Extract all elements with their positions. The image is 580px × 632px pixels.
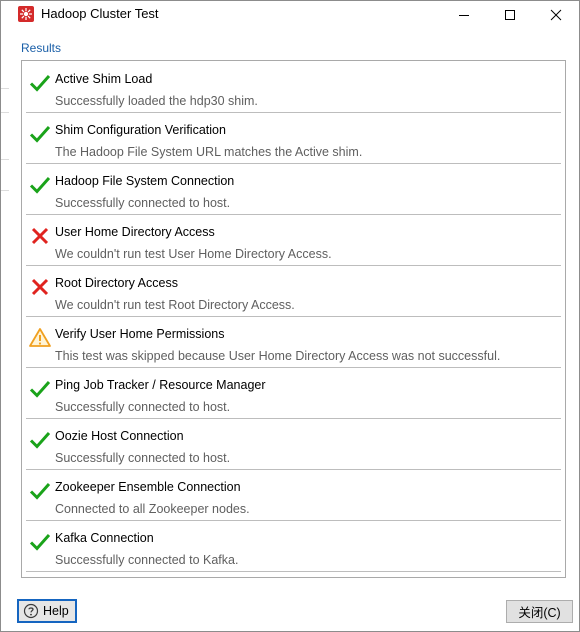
error-x-icon xyxy=(28,275,52,299)
result-description: Successfully connected to host. xyxy=(55,400,231,414)
minimize-button[interactable] xyxy=(441,1,487,29)
result-title: Hadoop File System Connection xyxy=(55,174,235,188)
checkmark-icon xyxy=(28,377,52,401)
result-title: Ping Job Tracker / Resource Manager xyxy=(55,378,266,392)
result-title: Shim Configuration Verification xyxy=(55,123,226,137)
result-description: We couldn't run test User Home Directory… xyxy=(55,247,332,261)
result-title: Kafka Connection xyxy=(55,531,154,545)
result-description: This test was skipped because User Home … xyxy=(55,349,501,363)
result-description: The Hadoop File System URL matches the A… xyxy=(55,145,363,159)
help-button[interactable]: Help xyxy=(17,599,77,623)
result-item-zookeeper-ensemble-connection: Zookeeper Ensemble Connection Connected … xyxy=(26,471,561,521)
maximize-button[interactable] xyxy=(487,1,533,29)
close-icon xyxy=(550,9,562,21)
result-item-shim-configuration-verification: Shim Configuration Verification The Hado… xyxy=(26,114,561,164)
window-close-button[interactable] xyxy=(533,1,579,29)
result-description: Successfully connected to host. xyxy=(55,196,231,210)
background-window-edge xyxy=(1,158,9,160)
minimize-icon xyxy=(459,15,469,16)
result-item-hadoop-file-system-connection: Hadoop File System Connection Successful… xyxy=(26,165,561,215)
result-item-ping-job-tracker: Ping Job Tracker / Resource Manager Succ… xyxy=(26,369,561,419)
result-item-root-directory-access: Root Directory Access We couldn't run te… xyxy=(26,267,561,317)
background-window-edge xyxy=(1,111,9,113)
title-bar[interactable]: Hadoop Cluster Test xyxy=(1,1,579,29)
checkmark-icon xyxy=(28,530,52,554)
pentaho-icon xyxy=(18,6,34,22)
result-description: Successfully connected to Kafka. xyxy=(55,553,239,567)
result-title: Verify User Home Permissions xyxy=(55,327,225,341)
result-title: Active Shim Load xyxy=(55,72,153,86)
result-item-active-shim-load: Active Shim Load Successfully loaded the… xyxy=(26,63,561,113)
results-list[interactable]: Active Shim Load Successfully loaded the… xyxy=(21,60,566,578)
result-title: Zookeeper Ensemble Connection xyxy=(55,480,241,494)
result-title: Oozie Host Connection xyxy=(55,429,184,443)
help-icon xyxy=(23,603,39,619)
result-item-user-home-directory-access: User Home Directory Access We couldn't r… xyxy=(26,216,561,266)
checkmark-icon xyxy=(28,122,52,146)
error-x-icon xyxy=(28,224,52,248)
window-title: Hadoop Cluster Test xyxy=(41,6,159,21)
help-label: Help xyxy=(43,604,69,618)
checkmark-icon xyxy=(28,428,52,452)
result-title: User Home Directory Access xyxy=(55,225,215,239)
result-description: Connected to all Zookeeper nodes. xyxy=(55,502,250,516)
result-description: We couldn't run test Root Directory Acce… xyxy=(55,298,295,312)
result-item-kafka-connection: Kafka Connection Successfully connected … xyxy=(26,522,561,572)
result-description: Successfully connected to host. xyxy=(55,451,231,465)
result-item-oozie-host-connection: Oozie Host Connection Successfully conne… xyxy=(26,420,561,470)
checkmark-icon xyxy=(28,479,52,503)
checkmark-icon xyxy=(28,173,52,197)
background-window-edge xyxy=(1,87,9,89)
background-window-edge xyxy=(1,189,9,191)
result-title: Root Directory Access xyxy=(55,276,178,290)
results-label: Results xyxy=(21,41,62,55)
result-item-verify-user-home-permissions: Verify User Home Permissions This test w… xyxy=(26,318,561,368)
checkmark-icon xyxy=(28,71,52,95)
maximize-icon xyxy=(505,10,515,20)
hadoop-cluster-test-dialog: Hadoop Cluster Test Results Active Shim … xyxy=(0,0,580,632)
result-description: Successfully loaded the hdp30 shim. xyxy=(55,94,258,108)
close-button[interactable]: 关闭(C) xyxy=(506,600,573,623)
warning-icon xyxy=(28,326,52,350)
